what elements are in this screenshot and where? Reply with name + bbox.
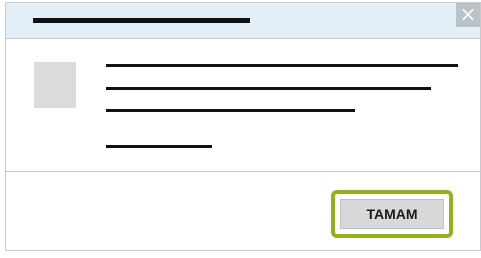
message-icon bbox=[34, 62, 76, 108]
message-text-line bbox=[106, 109, 355, 112]
close-icon[interactable]: × bbox=[456, 3, 480, 27]
dialog-titlebar: × bbox=[6, 3, 480, 39]
ok-button-highlight: TAMAM bbox=[331, 190, 453, 238]
dialog-footer: TAMAM bbox=[6, 173, 480, 251]
dialog: × TAMAM bbox=[5, 2, 481, 251]
dialog-content bbox=[6, 40, 480, 172]
message-text-line bbox=[106, 145, 212, 148]
message-text-line bbox=[106, 87, 431, 90]
ok-button[interactable]: TAMAM bbox=[340, 199, 444, 229]
message-text-line bbox=[106, 64, 458, 67]
dialog-title-placeholder bbox=[33, 18, 250, 23]
